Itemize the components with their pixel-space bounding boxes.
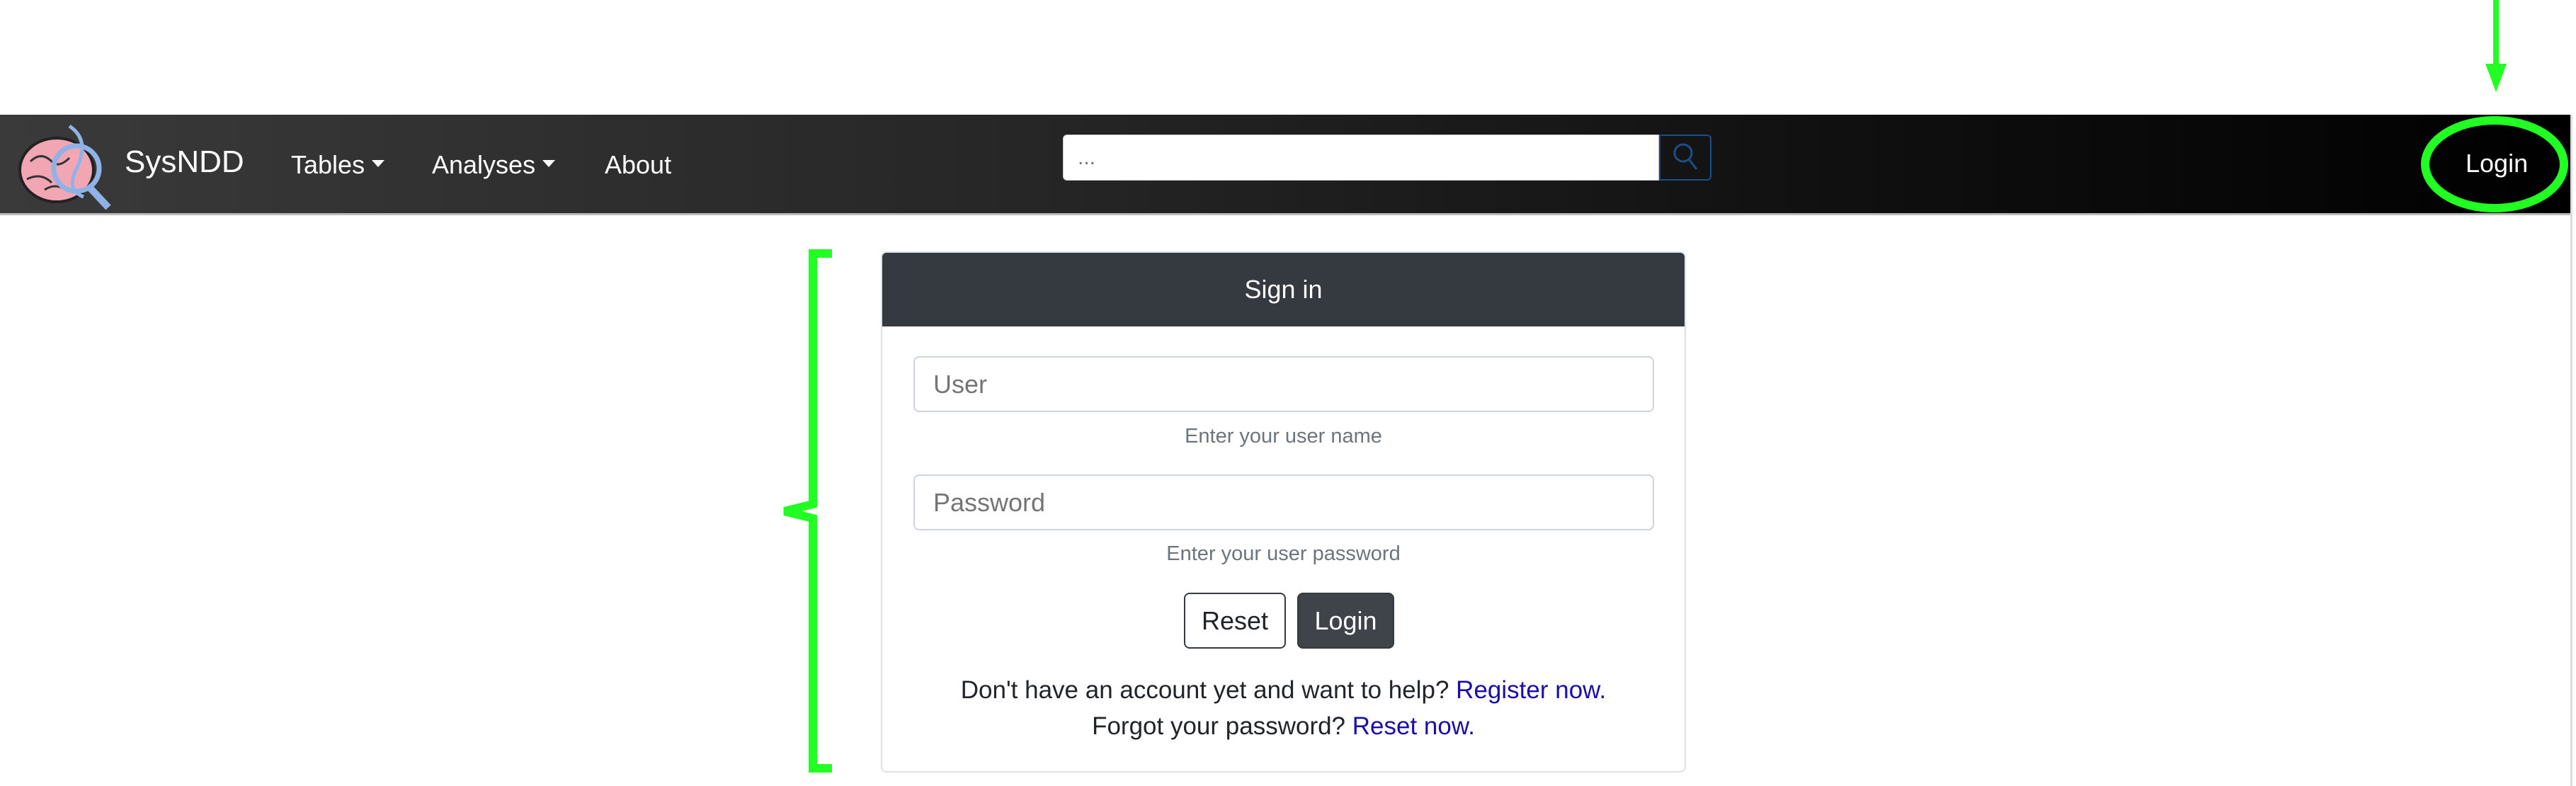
nav-about-link[interactable]: About bbox=[605, 150, 671, 180]
login-button[interactable]: Login bbox=[1297, 593, 1394, 649]
nav-login-link[interactable]: Login bbox=[2466, 149, 2528, 178]
navbar: SysNDD Tables Analyses About Login bbox=[0, 115, 2570, 215]
reset-password-link[interactable]: Reset now. bbox=[1352, 712, 1475, 740]
nav-tables-label: Tables bbox=[291, 150, 365, 179]
signin-title: Sign in bbox=[882, 253, 1685, 326]
nav-analyses-dropdown[interactable]: Analyses bbox=[432, 150, 556, 180]
nav-tables-dropdown[interactable]: Tables bbox=[291, 150, 385, 180]
register-prompt: Don't have an account yet and want to he… bbox=[960, 676, 1449, 704]
register-line: Don't have an account yet and want to he… bbox=[882, 676, 1685, 705]
user-help-text: Enter your user name bbox=[1185, 425, 1382, 448]
caret-down-icon bbox=[372, 160, 385, 168]
nav-analyses-label: Analyses bbox=[432, 150, 536, 179]
caret-down-icon bbox=[542, 160, 556, 168]
forgot-line: Forgot your password? Reset now. bbox=[882, 712, 1685, 741]
register-link[interactable]: Register now. bbox=[1456, 676, 1606, 704]
signin-card: Sign in Enter your user name Enter your … bbox=[881, 251, 1686, 773]
annotation-arrow bbox=[2485, 0, 2507, 92]
sysndd-logo bbox=[18, 124, 111, 210]
forgot-prompt: Forgot your password? bbox=[1092, 712, 1346, 740]
page-scrollbar-edge bbox=[2570, 115, 2572, 786]
reset-button[interactable]: Reset bbox=[1184, 593, 1286, 649]
password-help-text: Enter your user password bbox=[1166, 542, 1401, 565]
password-input[interactable] bbox=[913, 474, 1654, 530]
annotation-bracket bbox=[783, 249, 832, 773]
search-icon bbox=[1673, 143, 1698, 170]
user-input[interactable] bbox=[913, 356, 1654, 412]
search-input[interactable] bbox=[1063, 135, 1659, 181]
brand-name[interactable]: SysNDD bbox=[125, 144, 244, 180]
search-button[interactable] bbox=[1659, 135, 1711, 181]
